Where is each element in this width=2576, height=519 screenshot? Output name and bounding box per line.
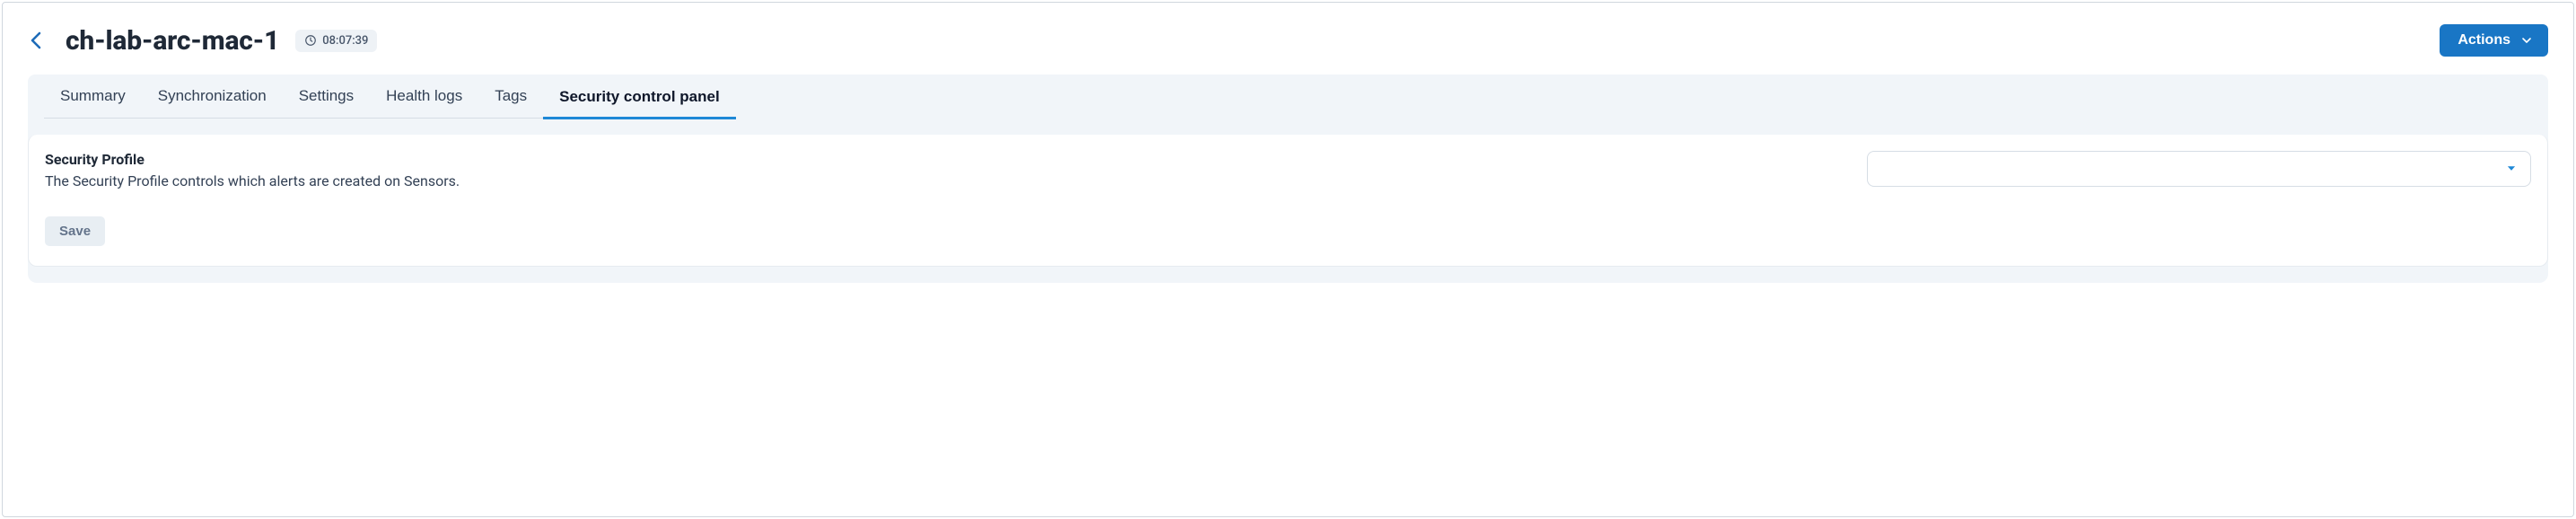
- tab-security-control-panel[interactable]: Security control panel: [543, 75, 736, 119]
- tabs-bar: Summary Synchronization Settings Health …: [28, 75, 2548, 119]
- security-profile-select[interactable]: [1867, 151, 2531, 187]
- save-button[interactable]: Save: [45, 216, 105, 246]
- chevron-left-icon: [28, 31, 46, 50]
- tab-settings[interactable]: Settings: [283, 75, 370, 119]
- tab-synchronization[interactable]: Synchronization: [142, 75, 283, 119]
- tab-tags[interactable]: Tags: [478, 75, 543, 119]
- security-panel: Security Profile The Security Profile co…: [28, 135, 2548, 267]
- page-title: ch-lab-arc-mac-1: [66, 25, 279, 57]
- header-left: ch-lab-arc-mac-1 08:07:39: [28, 25, 377, 57]
- actions-label: Actions: [2458, 32, 2510, 48]
- profile-text: Security Profile The Security Profile co…: [45, 151, 460, 191]
- timestamp-text: 08:07:39: [322, 34, 368, 48]
- profile-row: Security Profile The Security Profile co…: [45, 151, 2531, 191]
- tab-summary[interactable]: Summary: [44, 75, 142, 119]
- clock-icon: [304, 34, 317, 47]
- timestamp-badge: 08:07:39: [295, 30, 377, 52]
- header-row: ch-lab-arc-mac-1 08:07:39 Actions: [28, 24, 2548, 57]
- tab-health-logs[interactable]: Health logs: [370, 75, 478, 119]
- profile-desc: The Security Profile controls which aler…: [45, 172, 460, 191]
- caret-down-icon: [2505, 161, 2518, 178]
- back-button[interactable]: [28, 31, 49, 50]
- chevron-down-icon: [2519, 33, 2534, 48]
- page-wrapper: ch-lab-arc-mac-1 08:07:39 Actions Summar…: [2, 2, 2574, 517]
- profile-title: Security Profile: [45, 151, 460, 168]
- actions-button[interactable]: Actions: [2440, 24, 2548, 57]
- tabs-container: Summary Synchronization Settings Health …: [28, 75, 2548, 283]
